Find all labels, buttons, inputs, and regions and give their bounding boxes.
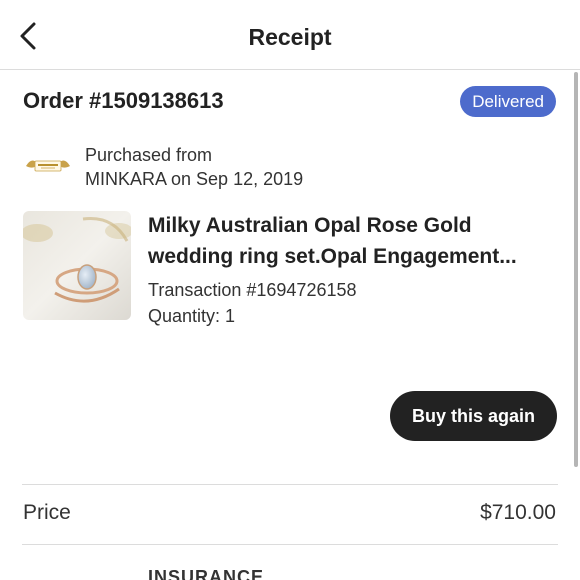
quantity-label: Quantity: 1	[148, 306, 236, 326]
order-number: Order #1509138613	[23, 88, 224, 113]
status-badge: Delivered	[460, 86, 556, 117]
buy-again-button[interactable]: Buy this again	[390, 391, 557, 441]
product-title-line1: Milky Australian Opal Rose Gold	[148, 214, 472, 237]
price-value: $710.00	[480, 501, 556, 524]
page-title: Receipt	[248, 24, 332, 50]
product-title-line2: wedding ring set.Opal Engagement...	[148, 245, 517, 268]
purchased-from-label: Purchased from	[85, 145, 213, 165]
product-title[interactable]: Milky Australian Opal Rose Gold wedding …	[148, 210, 553, 272]
shop-logo[interactable]	[24, 152, 72, 180]
shop-name-date[interactable]: MINKARA on Sep 12, 2019	[85, 167, 303, 191]
scrollbar[interactable]	[574, 72, 578, 467]
transaction-number: Transaction #1694726158	[148, 280, 357, 300]
header-bar: Receipt	[0, 0, 580, 70]
ring-photo-icon	[23, 211, 131, 320]
insurance-heading: INSURANCE	[148, 567, 265, 580]
divider	[22, 484, 558, 485]
price-label: Price	[23, 501, 71, 524]
divider	[22, 544, 558, 545]
product-image[interactable]	[23, 211, 131, 320]
receipt-screen: Receipt Order #1509138613 Delivered Purc…	[0, 0, 580, 580]
shop-logo-icon	[26, 160, 70, 172]
